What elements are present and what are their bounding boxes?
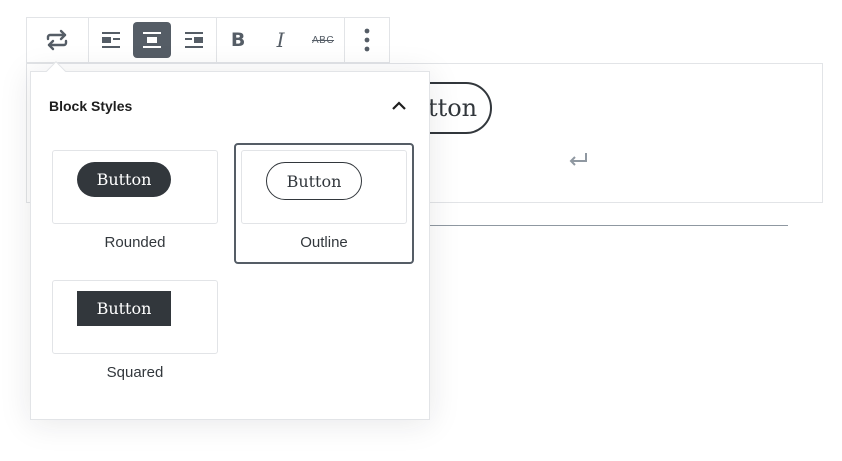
- more-vertical-icon: [364, 28, 370, 52]
- outline-button-sample: Button: [266, 162, 362, 200]
- style-label: Rounded: [104, 234, 166, 251]
- more-options-button[interactable]: [347, 21, 387, 59]
- block-toolbar: B I ABC: [26, 17, 390, 63]
- style-preview[interactable]: Button: [241, 150, 407, 224]
- align-center-button[interactable]: [133, 22, 172, 58]
- align-left-icon: [101, 32, 120, 48]
- align-center-icon: [143, 32, 162, 48]
- panel-header[interactable]: Block Styles: [49, 94, 411, 118]
- style-label: Squared: [106, 364, 164, 381]
- toolbar-group-switcher: [27, 18, 89, 62]
- bold-button[interactable]: B: [218, 21, 258, 59]
- squared-button-sample: Button: [77, 291, 171, 326]
- rounded-button-sample: Button: [77, 162, 171, 197]
- panel-title: Block Styles: [49, 98, 133, 114]
- repeat-icon: [47, 29, 68, 51]
- chevron-up-icon[interactable]: [387, 94, 411, 118]
- toolbar-group-alignment: [89, 18, 217, 62]
- align-right-button[interactable]: [174, 21, 214, 59]
- enter-icon: [569, 153, 587, 166]
- style-preview[interactable]: Button: [52, 280, 218, 354]
- style-preview[interactable]: Button: [52, 150, 218, 224]
- style-label: Outline: [300, 234, 348, 251]
- toolbar-group-formatting: B I ABC: [217, 18, 346, 62]
- block-styles-popover: Block Styles Button Rounded Button Outli…: [30, 71, 430, 420]
- toolbar-group-more: [345, 18, 389, 62]
- italic-button[interactable]: I: [261, 21, 301, 59]
- align-right-icon: [184, 32, 203, 48]
- block-switcher-button[interactable]: [37, 21, 77, 59]
- align-left-button[interactable]: [91, 21, 131, 59]
- separator-line: [430, 225, 788, 226]
- strikethrough-button[interactable]: ABC: [303, 21, 343, 59]
